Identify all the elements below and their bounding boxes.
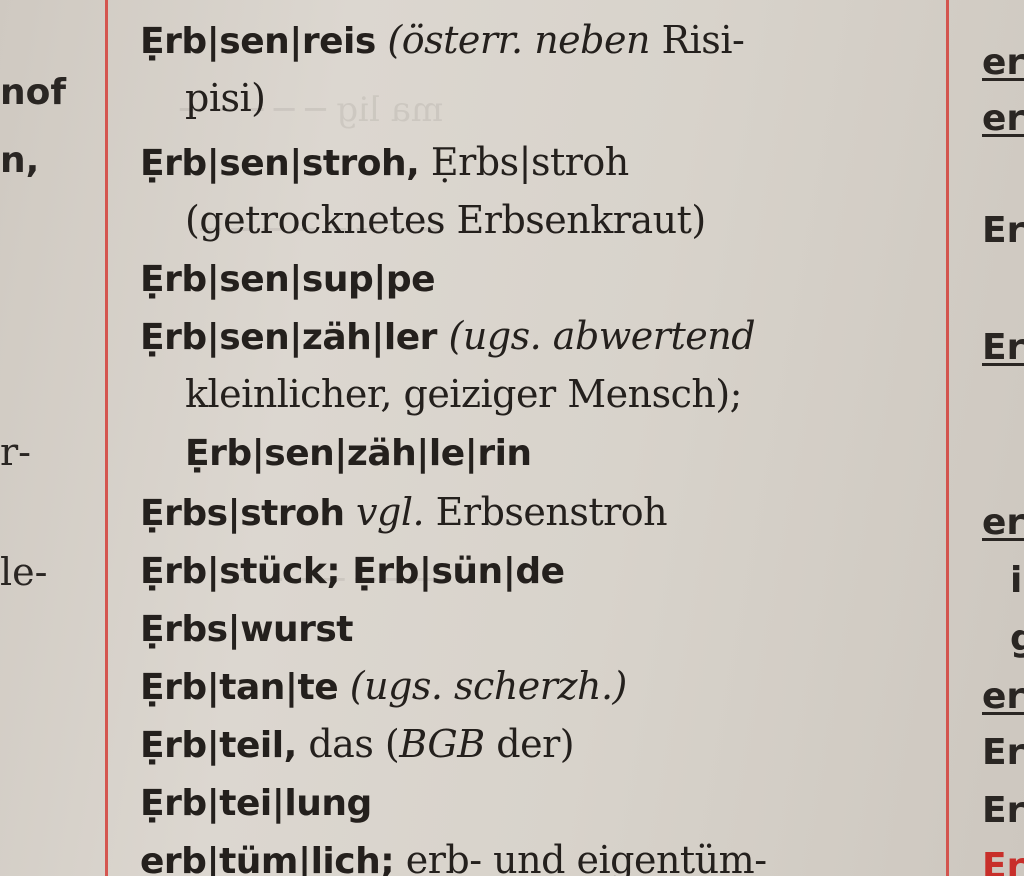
right-fragment: er	[982, 98, 1024, 139]
right-fragment: er	[982, 676, 1024, 717]
entry-erbstueck: Ẹrb|stück; Ẹrb|sün|de	[140, 548, 565, 592]
usage-note: (österr. neben	[387, 18, 650, 62]
dictionary-column: Ẹrb|sen|reis (österr. neben Risi- pisi) …	[140, 0, 940, 876]
entry-text: Risi-	[661, 18, 745, 62]
right-fragment: i	[1010, 560, 1023, 601]
right-fragment: Er	[982, 210, 1024, 251]
gloss: (getrocknetes Erbsenkraut)	[185, 198, 706, 242]
entry-text: pisi)	[185, 76, 266, 120]
variant: Ẹrbs|stroh	[430, 140, 629, 184]
headword-feminine: Ẹrb|sen|zäh|le|rin	[185, 433, 532, 474]
entry-erbteil: Ẹrb|teil, das (BGB der)	[140, 722, 575, 766]
headword: Ẹrb|tan|te	[140, 667, 339, 708]
headword: Ẹrb|teil,	[140, 725, 297, 766]
right-fragment: er	[982, 42, 1024, 83]
right-fragment: er	[982, 502, 1024, 543]
dictionary-page: ma lig ─ ─ ─ ─ ─ ─ ─ ─ ─ ─ ─ ─ ─ ─ ─ ─ ─…	[0, 0, 1024, 876]
gloss: kleinlicher, geiziger Mensch);	[185, 372, 742, 416]
entry-erbsenstroh: Ẹrb|sen|stroh, Ẹrbs|stroh	[140, 140, 629, 184]
right-fragment: Er	[982, 732, 1024, 773]
entry-erbtuemlich: erb|tüm|lich; erb- und eigentüm-	[140, 838, 767, 876]
usage-note: (ugs. abwertend	[448, 314, 756, 358]
entry-erbsensuppe: Ẹrb|sen|sup|pe	[140, 256, 436, 300]
headword: Ẹrb|sen|stroh,	[140, 143, 420, 184]
headword: erb|tüm|lich;	[140, 841, 395, 876]
left-fragment: n,	[0, 140, 40, 181]
usage-note: (ugs. scherzh.)	[349, 664, 628, 708]
headword: Ẹrb|sen|reis	[140, 21, 376, 62]
entry-erbswurst: Ẹrbs|wurst	[140, 606, 353, 650]
entry-continuation: (getrocknetes Erbsenkraut)	[185, 198, 706, 242]
entry-erbsenreis: Ẹrb|sen|reis (österr. neben Risi-	[140, 18, 745, 62]
headword: Ẹrbs|wurst	[140, 609, 353, 650]
entry-text: der)	[496, 722, 575, 766]
headword: Ẹrb|sen|sup|pe	[140, 259, 436, 300]
entry-continuation: pisi)	[185, 76, 266, 120]
entry-text: das (	[308, 722, 400, 766]
right-fragment: g	[1010, 618, 1024, 659]
right-column-fragments: er er Er Er er i g er Er Er Er	[960, 0, 1024, 876]
headword: Ẹrbs|stroh	[140, 493, 345, 534]
right-fragment: Er	[982, 846, 1024, 876]
left-red-rule	[105, 0, 108, 876]
right-red-rule	[946, 0, 949, 876]
entry-erbsstroh: Ẹrbs|stroh vgl. Erbsenstroh	[140, 490, 668, 534]
cross-reference-target: Erbsenstroh	[435, 490, 668, 534]
right-fragment: Er	[982, 790, 1024, 831]
entry-continuation: kleinlicher, geiziger Mensch);	[185, 372, 742, 416]
entry-erbtante: Ẹrb|tan|te (ugs. scherzh.)	[140, 664, 627, 708]
entry-erbteilung: Ẹrb|tei|lung	[140, 780, 372, 824]
entry-erbsenzaehler: Ẹrb|sen|zäh|ler (ugs. abwertend	[140, 314, 756, 358]
headword: Ẹrb|stück; Ẹrb|sün|de	[140, 551, 565, 592]
headword: Ẹrb|tei|lung	[140, 783, 372, 824]
left-fragment: r-	[0, 430, 32, 474]
abbreviation: BGB	[399, 722, 485, 766]
left-fragment: le-	[0, 550, 48, 594]
headword: Ẹrb|sen|zäh|ler	[140, 317, 437, 358]
gloss: erb- und eigentüm-	[405, 838, 767, 876]
left-column-fragments: nof n, r- le-	[0, 0, 100, 876]
cross-reference-label: vgl.	[356, 490, 425, 534]
right-fragment: Er	[982, 327, 1024, 368]
left-fragment: nof	[0, 72, 67, 113]
entry-continuation: Ẹrb|sen|zäh|le|rin	[185, 430, 532, 474]
